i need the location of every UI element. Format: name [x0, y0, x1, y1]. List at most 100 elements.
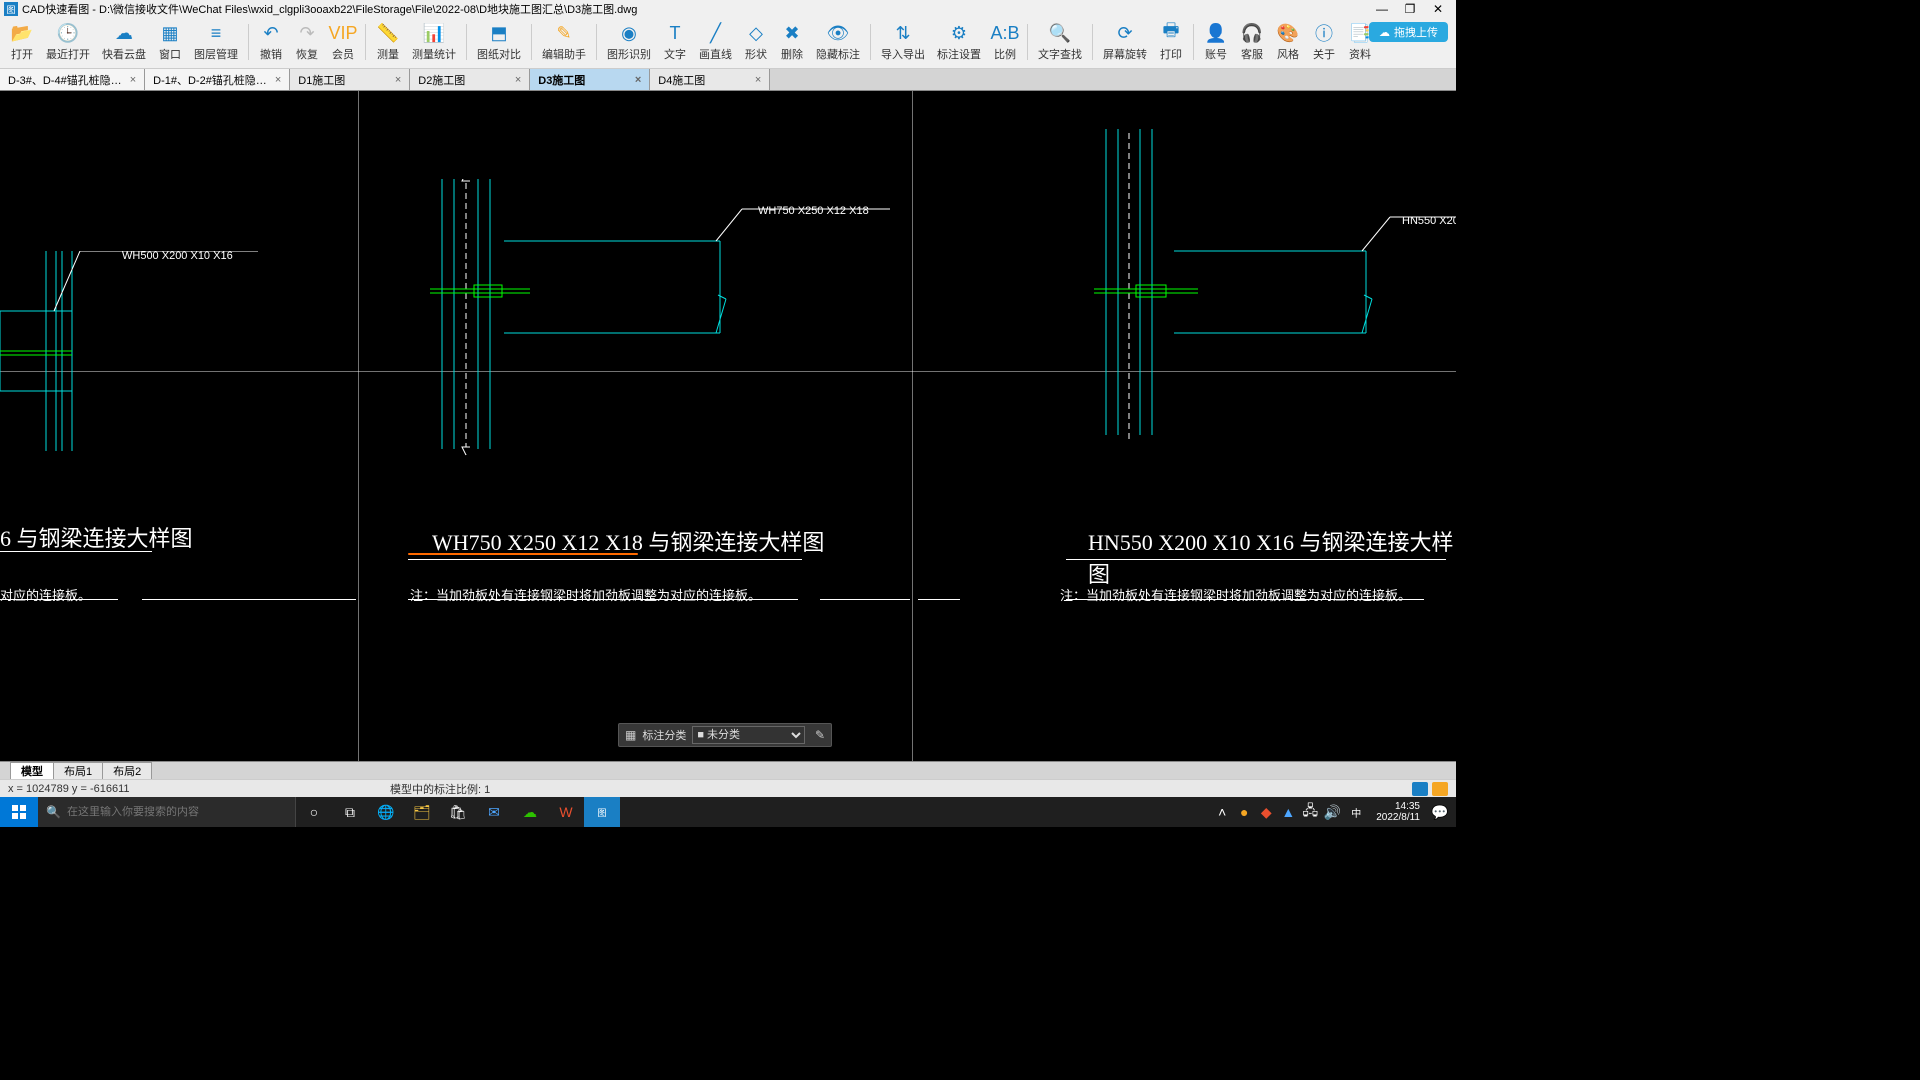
tool-label: 资料: [1349, 46, 1371, 62]
tool-label: 比例: [994, 46, 1016, 62]
taskbar-search[interactable]: 🔍: [38, 797, 296, 827]
edit-icon[interactable]: ✎: [815, 728, 825, 742]
minimize-button[interactable]: —: [1368, 0, 1396, 18]
tool-label: 屏幕旋转: [1103, 46, 1147, 62]
tool-图形识别[interactable]: ◉图形识别: [601, 20, 657, 64]
close-icon[interactable]: ×: [130, 74, 136, 86]
edge-icon[interactable]: 🌐: [368, 797, 404, 827]
drag-upload-button[interactable]: ☁ 拖拽上传: [1369, 22, 1448, 42]
tool-图纸对比[interactable]: ⬒图纸对比: [471, 20, 527, 64]
explorer-icon[interactable]: 🗂: [404, 797, 440, 827]
tool-文字查找[interactable]: 🔍文字查找: [1032, 20, 1088, 64]
joint-detail-middle: [430, 179, 900, 459]
maximize-button[interactable]: ❐: [1396, 0, 1424, 18]
tool-label: 打开: [11, 46, 33, 62]
close-icon[interactable]: ×: [515, 74, 521, 86]
taskbar-clock[interactable]: 14:35 2022/8/11: [1370, 801, 1426, 823]
tool-文字[interactable]: T文字: [657, 20, 693, 64]
status-icon-2[interactable]: [1432, 782, 1448, 796]
tool-编辑助手[interactable]: ✎编辑助手: [536, 20, 592, 64]
doc-tab[interactable]: D2施工图 ×: [410, 69, 530, 90]
tray-icon[interactable]: ◆: [1256, 797, 1276, 827]
search-input[interactable]: [67, 806, 287, 818]
drawing-canvas[interactable]: WH500 X200 X10 X16 WH750 X250 X12 X18 HN…: [0, 91, 1456, 761]
taskview-icon[interactable]: ⧉: [332, 797, 368, 827]
tray-volume-icon[interactable]: 🔊: [1322, 797, 1342, 827]
annotation-classify-bar[interactable]: ▦ 标注分类 ■ 未分类 ✎: [618, 723, 832, 747]
tool-窗口[interactable]: ▦窗口: [152, 20, 188, 64]
tool-最近打开[interactable]: 🕒最近打开: [40, 20, 96, 64]
wps-icon[interactable]: W: [548, 797, 584, 827]
tool-撤销[interactable]: ↶撤销: [253, 20, 289, 64]
wechat-icon[interactable]: ☁: [512, 797, 548, 827]
导入导出-icon: ⇅: [892, 22, 914, 44]
比例-icon: A:B: [994, 22, 1016, 44]
客服-icon: 🎧: [1241, 22, 1263, 44]
divider-vertical-2: [912, 91, 913, 761]
store-icon[interactable]: 🛍: [440, 797, 476, 827]
tool-测量统计[interactable]: 📊测量统计: [406, 20, 462, 64]
close-icon[interactable]: ×: [395, 74, 401, 86]
tool-隐藏标注[interactable]: 👁隐藏标注: [810, 20, 866, 64]
tool-账号[interactable]: 👤账号: [1198, 20, 1234, 64]
layout-tabs: 模型 布局1 布局2: [0, 761, 1456, 779]
doc-tab[interactable]: D-3#、D-4#锚孔桩隐…×: [0, 69, 145, 90]
doc-tab[interactable]: D-1#、D-2#锚孔桩隐…×: [145, 69, 290, 90]
tool-画直线[interactable]: ╱画直线: [693, 20, 738, 64]
tool-图层管理[interactable]: ≡图层管理: [188, 20, 244, 64]
窗口-icon: ▦: [159, 22, 181, 44]
tool-label: 会员: [332, 46, 354, 62]
tool-label: 文字查找: [1038, 46, 1082, 62]
upload-label: 拖拽上传: [1394, 24, 1438, 40]
classify-dropdown[interactable]: ■ 未分类: [692, 726, 805, 744]
main-toolbar: 📂打开🕒最近打开☁快看云盘▦窗口≡图层管理↶撤销↷恢复VIP会员📏测量📊测量统计…: [0, 18, 1456, 69]
tool-打印[interactable]: 🖶打印: [1153, 20, 1189, 64]
close-icon[interactable]: ×: [275, 74, 281, 86]
tool-测量[interactable]: 📏测量: [370, 20, 406, 64]
layout-tab-1[interactable]: 布局1: [53, 762, 103, 779]
mail-icon[interactable]: ✉: [476, 797, 512, 827]
tray-chevron-icon[interactable]: ˄: [1212, 797, 1232, 827]
tray-icon[interactable]: ●: [1234, 797, 1254, 827]
start-button[interactable]: [0, 797, 38, 827]
tool-label: 测量统计: [412, 46, 456, 62]
tool-比例[interactable]: A:B 比例: [987, 20, 1023, 64]
tool-label: 测量: [377, 46, 399, 62]
tool-导入导出[interactable]: ⇅导入导出: [875, 20, 931, 64]
tool-快看云盘[interactable]: ☁快看云盘: [96, 20, 152, 64]
layout-tab-model[interactable]: 模型: [10, 762, 54, 779]
tool-打开[interactable]: 📂打开: [4, 20, 40, 64]
doc-tab[interactable]: D3施工图×: [530, 69, 650, 90]
tool-风格[interactable]: 🎨风格: [1270, 20, 1306, 64]
tool-恢复[interactable]: ↷恢复: [289, 20, 325, 64]
tray-icon[interactable]: ▲: [1278, 797, 1298, 827]
underline: [0, 551, 152, 552]
close-button[interactable]: ✕: [1424, 0, 1452, 18]
note-text-2: 注：当加劲板处有连接钢梁时将加劲板调整为对应的连接板。: [410, 585, 761, 604]
cortana-icon[interactable]: ○: [296, 797, 332, 827]
tool-会员[interactable]: VIP会员: [325, 20, 361, 64]
cad-app-icon[interactable]: 图: [584, 797, 620, 827]
tool-标注设置[interactable]: ⚙标注设置: [931, 20, 987, 64]
tool-形状[interactable]: ◇形状: [738, 20, 774, 64]
tray-ime-icon[interactable]: 中: [1344, 797, 1368, 827]
doc-tab[interactable]: D1施工图×: [290, 69, 410, 90]
status-icon-1[interactable]: [1412, 782, 1428, 796]
toolbar-separator: [365, 24, 366, 60]
close-icon[interactable]: ×: [755, 74, 761, 86]
close-icon[interactable]: ×: [635, 74, 641, 86]
notification-icon[interactable]: 💬: [1428, 797, 1452, 827]
tab-label: D2施工图: [418, 72, 465, 88]
dim-label-2: WH750 X250 X12 X18: [758, 205, 869, 217]
tool-关于[interactable]: ⓘ关于: [1306, 20, 1342, 64]
tool-删除[interactable]: ✖删除: [774, 20, 810, 64]
tool-屏幕旋转[interactable]: ⟳屏幕旋转: [1097, 20, 1153, 64]
layout-tab-2[interactable]: 布局2: [102, 762, 152, 779]
search-icon: 🔍: [46, 805, 61, 819]
tool-客服[interactable]: 🎧客服: [1234, 20, 1270, 64]
doc-tab[interactable]: D4施工图×: [650, 69, 770, 90]
tool-label: 恢复: [296, 46, 318, 62]
tray-network-icon[interactable]: 🖧: [1300, 797, 1320, 827]
toolbar-separator: [1193, 24, 1194, 60]
document-tabs: D-3#、D-4#锚孔桩隐…×D-1#、D-2#锚孔桩隐…×D1施工图×D2施工…: [0, 69, 1456, 91]
